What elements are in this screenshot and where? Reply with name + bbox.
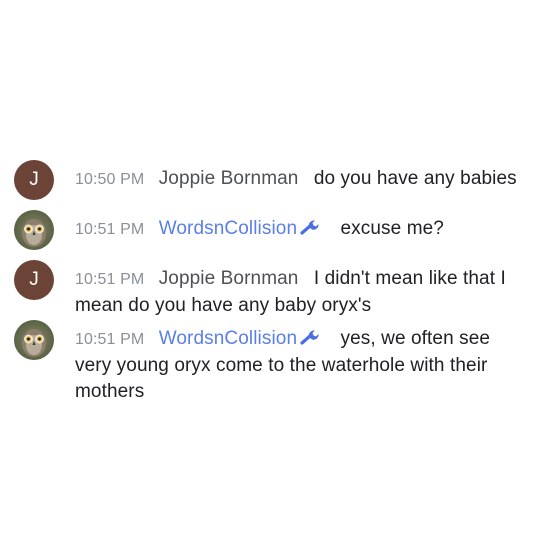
message-line: 10:50 PM Joppie Bornman do you have any …: [75, 166, 520, 193]
message-timestamp: 10:51 PM: [75, 271, 145, 288]
wrench-icon: [299, 328, 321, 346]
message-timestamp: 10:51 PM: [75, 331, 145, 348]
owl-avatar[interactable]: [14, 320, 54, 360]
author-name[interactable]: Joppie Bornman: [159, 168, 299, 189]
avatar[interactable]: J: [14, 260, 54, 300]
wrench-icon: [299, 218, 321, 236]
author-name[interactable]: WordsnCollision: [159, 328, 297, 349]
owl-avatar[interactable]: [14, 210, 54, 250]
message-text: excuse me?: [340, 218, 444, 239]
avatar[interactable]: J: [14, 160, 54, 200]
message-line: 10:51 PM Joppie Bornman I didn't mean li…: [75, 266, 520, 319]
author-name[interactable]: Joppie Bornman: [159, 268, 299, 289]
chat-log: J 10:50 PM Joppie Bornman do you have an…: [0, 0, 540, 540]
message-line: 10:51 PM WordsnCollision excuse me?: [75, 216, 520, 243]
author-name[interactable]: WordsnCollision: [159, 218, 297, 239]
message-line: 10:51 PM WordsnCollision yes, we often s…: [75, 326, 520, 405]
message-text: do you have any babies: [313, 168, 517, 189]
message-timestamp: 10:51 PM: [75, 221, 145, 238]
message-timestamp: 10:50 PM: [75, 171, 145, 188]
